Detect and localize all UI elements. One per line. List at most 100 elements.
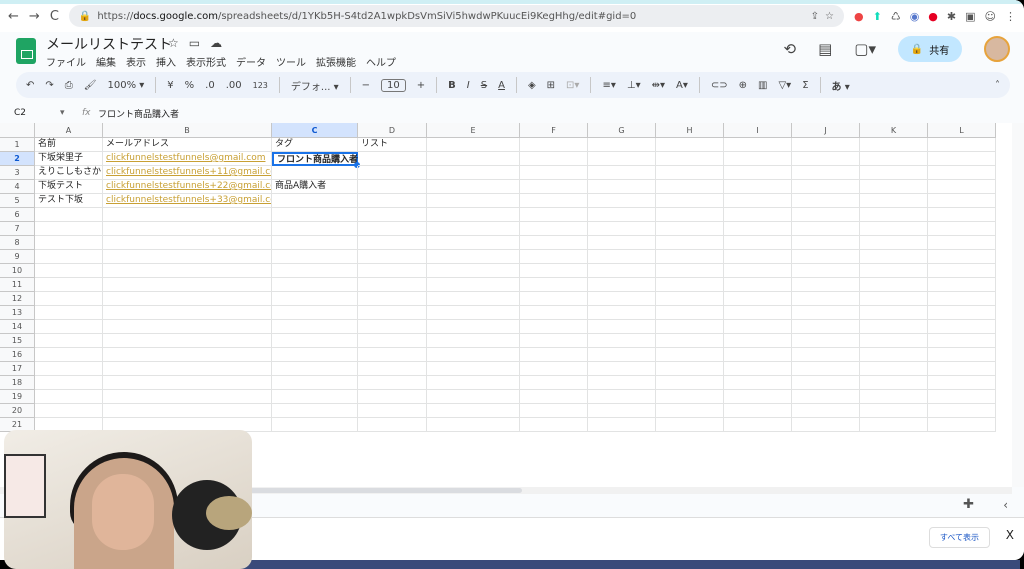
- cell[interactable]: [792, 138, 860, 152]
- cell[interactable]: [792, 194, 860, 208]
- cell[interactable]: [928, 236, 996, 250]
- column-header-j[interactable]: J: [792, 123, 860, 138]
- cell[interactable]: [860, 208, 928, 222]
- cell[interactable]: [724, 138, 792, 152]
- column-header-g[interactable]: G: [588, 123, 656, 138]
- cell[interactable]: [860, 376, 928, 390]
- cell[interactable]: タグ: [272, 138, 358, 152]
- cell[interactable]: [656, 264, 724, 278]
- cell[interactable]: [520, 166, 588, 180]
- cell[interactable]: [35, 278, 103, 292]
- cell[interactable]: [588, 264, 656, 278]
- cell[interactable]: [860, 348, 928, 362]
- cell[interactable]: [520, 362, 588, 376]
- cell[interactable]: [588, 166, 656, 180]
- cell[interactable]: [792, 292, 860, 306]
- cell[interactable]: [928, 278, 996, 292]
- cell[interactable]: [928, 418, 996, 432]
- cell[interactable]: [860, 418, 928, 432]
- cell[interactable]: [272, 166, 358, 180]
- move-folder-icon[interactable]: ▭: [189, 36, 200, 50]
- sheets-logo-icon[interactable]: [16, 38, 36, 64]
- cell[interactable]: [35, 376, 103, 390]
- cell[interactable]: [35, 236, 103, 250]
- cell[interactable]: [588, 138, 656, 152]
- avatar[interactable]: [984, 36, 1010, 62]
- cell[interactable]: [358, 306, 427, 320]
- menu-data[interactable]: データ: [236, 54, 266, 69]
- row-header[interactable]: 12: [0, 292, 35, 306]
- cell[interactable]: [656, 320, 724, 334]
- cell[interactable]: [427, 334, 520, 348]
- cell[interactable]: [35, 404, 103, 418]
- cell[interactable]: [724, 292, 792, 306]
- cell[interactable]: [358, 348, 427, 362]
- cell[interactable]: [358, 320, 427, 334]
- bookmark-star-icon[interactable]: ☆: [825, 11, 834, 22]
- extension-blue-icon[interactable]: ◉: [910, 10, 920, 23]
- version-history-icon[interactable]: ⟲: [784, 40, 797, 58]
- column-header-i[interactable]: I: [724, 123, 792, 138]
- cell[interactable]: [588, 376, 656, 390]
- side-panel-toggle-icon[interactable]: ‹: [1003, 498, 1008, 512]
- cell[interactable]: [656, 334, 724, 348]
- menu-file[interactable]: ファイル: [46, 54, 86, 69]
- cell[interactable]: 下坂栄里子: [35, 152, 103, 166]
- cell[interactable]: [588, 404, 656, 418]
- cell[interactable]: [358, 278, 427, 292]
- print-icon[interactable]: ⎙: [65, 80, 73, 91]
- cell[interactable]: [724, 166, 792, 180]
- font-size-input[interactable]: 10: [381, 78, 406, 92]
- cell[interactable]: [928, 194, 996, 208]
- insert-link-icon[interactable]: ⊂⊃: [711, 80, 728, 91]
- column-header-e[interactable]: E: [427, 123, 520, 138]
- cell[interactable]: [792, 264, 860, 278]
- cell[interactable]: [35, 222, 103, 236]
- merge-cells-icon[interactable]: ⊡▾: [566, 80, 579, 91]
- cell[interactable]: [358, 208, 427, 222]
- cell[interactable]: [588, 418, 656, 432]
- cell[interactable]: [272, 404, 358, 418]
- cell[interactable]: [35, 250, 103, 264]
- cell[interactable]: [792, 418, 860, 432]
- cell[interactable]: [928, 306, 996, 320]
- cell[interactable]: [860, 404, 928, 418]
- reload-icon[interactable]: C: [50, 9, 59, 24]
- cell[interactable]: [792, 348, 860, 362]
- row-header[interactable]: 7: [0, 222, 35, 236]
- cell[interactable]: [358, 236, 427, 250]
- cell[interactable]: [35, 362, 103, 376]
- cell[interactable]: [724, 194, 792, 208]
- cell[interactable]: [792, 152, 860, 166]
- cell[interactable]: [588, 334, 656, 348]
- cell[interactable]: [272, 334, 358, 348]
- cell[interactable]: [928, 166, 996, 180]
- cell[interactable]: [427, 404, 520, 418]
- row-header[interactable]: 4: [0, 180, 35, 194]
- cell[interactable]: [860, 222, 928, 236]
- cell[interactable]: [103, 320, 272, 334]
- collapse-toolbar-icon[interactable]: ˄: [995, 80, 1000, 91]
- pinterest-icon[interactable]: ●: [928, 10, 938, 23]
- cell[interactable]: [724, 152, 792, 166]
- cell[interactable]: [724, 404, 792, 418]
- cell[interactable]: [272, 418, 358, 432]
- cell[interactable]: [860, 390, 928, 404]
- insert-chart-icon[interactable]: ▥: [758, 80, 767, 91]
- cell[interactable]: [656, 180, 724, 194]
- cell[interactable]: [724, 250, 792, 264]
- cell[interactable]: [792, 250, 860, 264]
- undo-icon[interactable]: ↶: [26, 80, 34, 91]
- cell[interactable]: [520, 236, 588, 250]
- cell[interactable]: [588, 320, 656, 334]
- cell[interactable]: [520, 152, 588, 166]
- extension-color-icon[interactable]: ●: [854, 10, 864, 23]
- cell[interactable]: [520, 180, 588, 194]
- name-box-dropdown-icon[interactable]: ▾: [60, 108, 82, 118]
- cell[interactable]: [724, 334, 792, 348]
- cell[interactable]: [860, 278, 928, 292]
- cell[interactable]: [928, 138, 996, 152]
- cell[interactable]: [272, 208, 358, 222]
- cell[interactable]: [656, 208, 724, 222]
- cell[interactable]: [724, 376, 792, 390]
